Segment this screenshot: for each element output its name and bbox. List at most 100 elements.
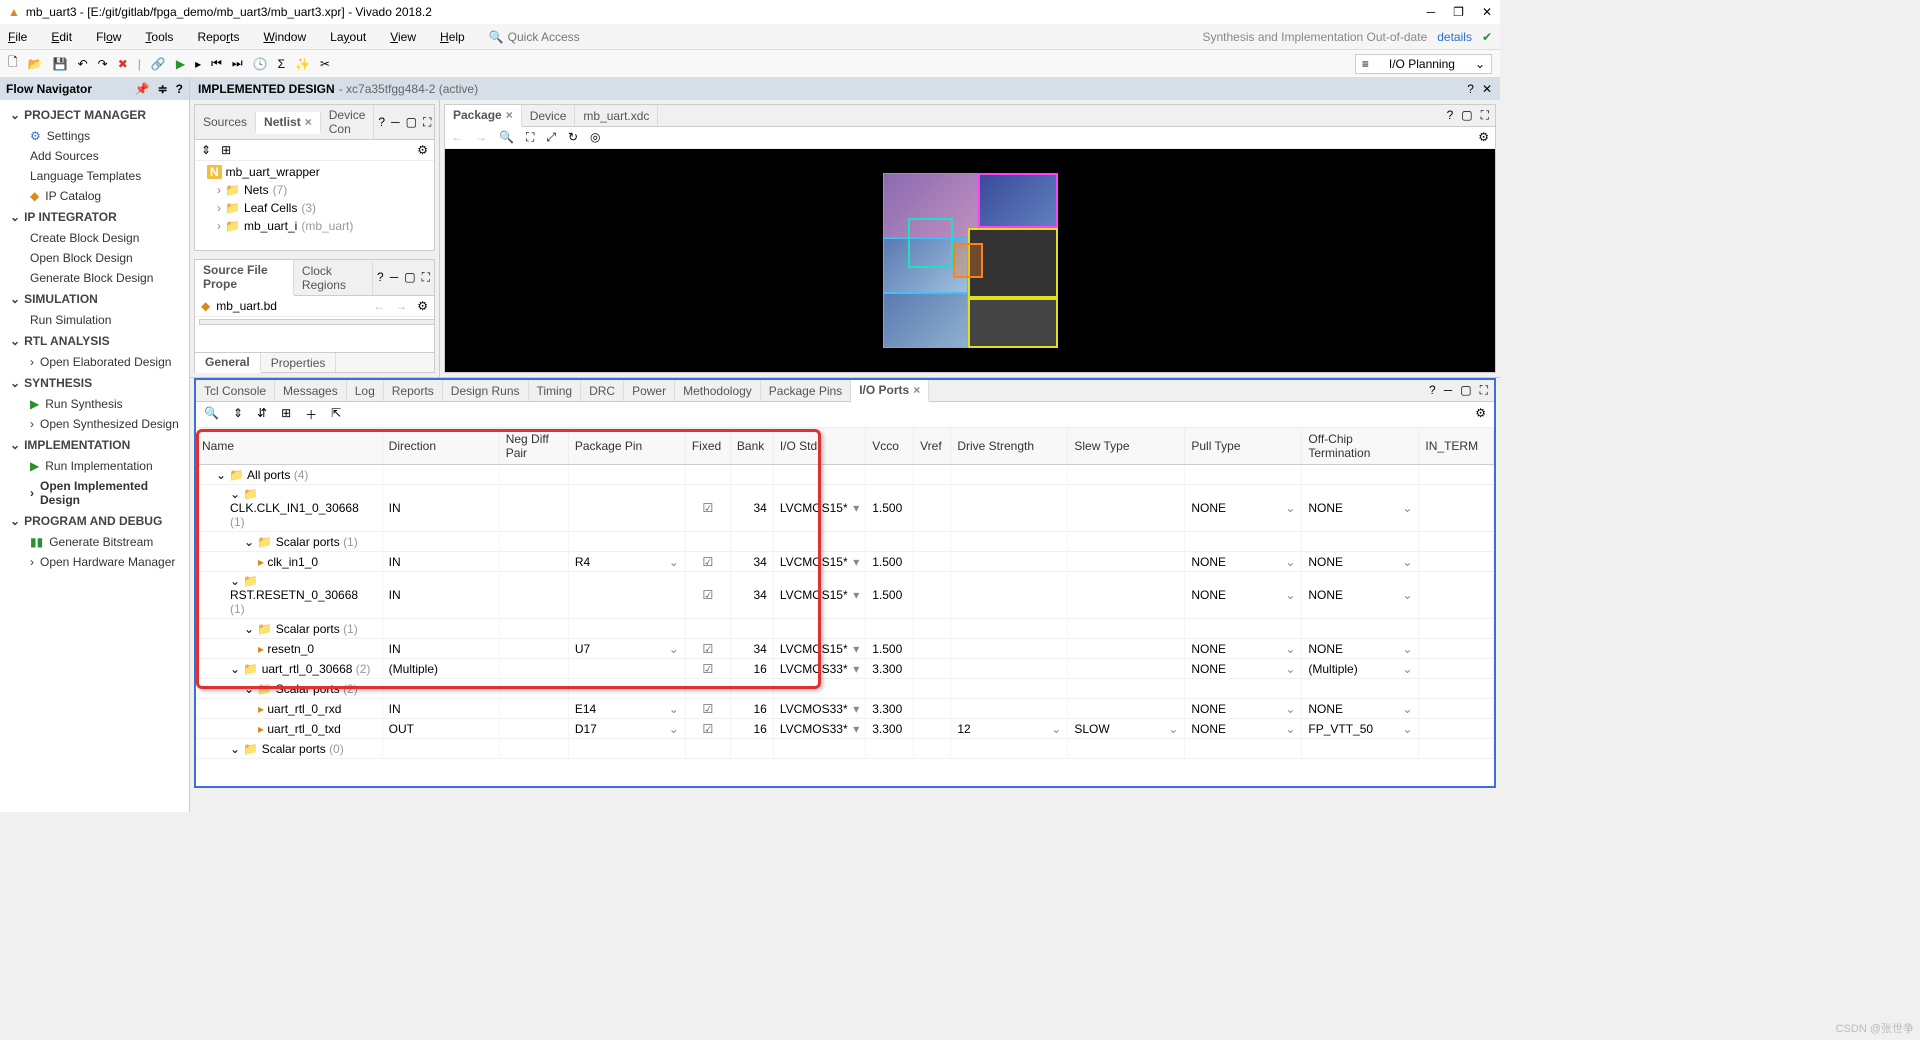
- help-icon[interactable]: ?: [377, 270, 384, 285]
- tree-node[interactable]: › 📁 mb_uart_i (mb_uart): [199, 217, 430, 235]
- chevron-down-icon[interactable]: ⌄: [10, 514, 20, 528]
- chevron-down-icon[interactable]: ⌄: [1402, 642, 1412, 656]
- open-icon[interactable]: 📂: [28, 57, 43, 71]
- chevron-down-icon[interactable]: ▾: [853, 642, 859, 656]
- checkbox-checked-icon[interactable]: [702, 662, 713, 676]
- stop-icon[interactable]: ⏮: [211, 56, 222, 71]
- tab[interactable]: Package ×: [445, 105, 522, 127]
- chevron-down-icon[interactable]: ⌄: [1285, 588, 1295, 602]
- column-header[interactable]: I/O Std: [773, 428, 865, 465]
- tab[interactable]: Netlist ×: [256, 112, 321, 134]
- reset-icon[interactable]: ⏭: [232, 56, 243, 71]
- chevron-down-icon[interactable]: ⌄: [10, 438, 20, 452]
- flow-item[interactable]: ▶ Run Implementation: [0, 456, 189, 476]
- column-header[interactable]: Off-Chip Termination: [1302, 428, 1419, 465]
- chevron-down-icon[interactable]: ⌄: [1051, 722, 1061, 736]
- flow-item[interactable]: Language Templates: [0, 166, 189, 186]
- flow-item[interactable]: ◆ IP Catalog: [0, 186, 189, 206]
- step-icon[interactable]: ▸: [195, 57, 201, 71]
- collapse-icon[interactable]: ⇕: [233, 406, 243, 423]
- tab[interactable]: Timing: [529, 380, 582, 401]
- table-row[interactable]: ⌄ 📁 Scalar ports (1): [196, 532, 1494, 552]
- column-header[interactable]: Fixed: [685, 428, 730, 465]
- collapse-icon[interactable]: ≑: [158, 82, 168, 96]
- close-icon[interactable]: ✕: [1482, 5, 1492, 19]
- chevron-down-icon[interactable]: ▾: [853, 722, 859, 736]
- table-row[interactable]: ▸ uart_rtl_0_txdOUTD17⌄16LVCMOS33*▾3.300…: [196, 719, 1494, 739]
- maximize-icon[interactable]: ❐: [1453, 5, 1464, 19]
- gear-icon[interactable]: ⚙: [1475, 406, 1486, 423]
- chevron-down-icon[interactable]: ▾: [853, 555, 859, 569]
- flow-item[interactable]: › Open Hardware Manager: [0, 552, 189, 572]
- table-row[interactable]: ▸ clk_in1_0INR4⌄34LVCMOS15*▾1.500NONE⌄NO…: [196, 552, 1494, 572]
- probe-icon[interactable]: ✂: [320, 57, 330, 71]
- column-header[interactable]: Name: [196, 428, 382, 465]
- zoom-in-icon[interactable]: 🔍: [499, 130, 514, 145]
- table-row[interactable]: ▸ uart_rtl_0_rxdINE14⌄16LVCMOS33*▾3.300N…: [196, 699, 1494, 719]
- tab[interactable]: Power: [624, 380, 675, 401]
- chevron-down-icon[interactable]: ⌄: [669, 702, 679, 716]
- column-header[interactable]: Package Pin: [568, 428, 685, 465]
- tab[interactable]: Reports: [384, 380, 443, 401]
- undo-icon[interactable]: ↶: [78, 57, 88, 71]
- expand-icon[interactable]: ⇵: [257, 406, 267, 423]
- tab[interactable]: Methodology: [675, 380, 761, 401]
- tab[interactable]: Package Pins: [761, 380, 851, 401]
- tab[interactable]: Sources: [195, 112, 256, 132]
- zoom-area-icon[interactable]: ⤢: [546, 130, 556, 145]
- checkbox-checked-icon[interactable]: [702, 642, 713, 656]
- menu-view[interactable]: View: [390, 30, 416, 44]
- chevron-down-icon[interactable]: ▾: [853, 662, 859, 676]
- tab[interactable]: Device Con: [321, 105, 375, 139]
- chevron-down-icon[interactable]: ⌄: [10, 108, 20, 122]
- help-icon[interactable]: ?: [378, 115, 385, 130]
- help-icon[interactable]: ?: [1429, 383, 1436, 398]
- checkbox-checked-icon[interactable]: [702, 702, 713, 716]
- search-icon[interactable]: 🔍: [204, 406, 219, 423]
- column-header[interactable]: Pull Type: [1185, 428, 1302, 465]
- close-icon[interactable]: ×: [913, 383, 920, 397]
- flow-item[interactable]: Create Block Design: [0, 228, 189, 248]
- flow-item[interactable]: › Open Implemented Design: [0, 476, 189, 510]
- menu-file[interactable]: File: [8, 30, 27, 44]
- chevron-down-icon[interactable]: ⌄: [1168, 722, 1178, 736]
- table-row[interactable]: ⌄ 📁 uart_rtl_0_30668 (2)(Multiple)16LVCM…: [196, 659, 1494, 679]
- chevron-down-icon[interactable]: ⌄: [669, 642, 679, 656]
- menu-flow[interactable]: Flow: [96, 30, 121, 44]
- netlist-root[interactable]: N mb_uart_wrapper: [199, 163, 430, 181]
- tab[interactable]: mb_uart.xdc: [575, 105, 658, 126]
- checkbox-checked-icon[interactable]: [702, 555, 713, 569]
- chevron-down-icon[interactable]: ⌄: [1402, 722, 1412, 736]
- prev-icon[interactable]: ←: [373, 299, 385, 313]
- menu-window[interactable]: Window: [263, 30, 306, 44]
- table-row[interactable]: ⌄ 📁 Scalar ports (1): [196, 619, 1494, 639]
- chevron-down-icon[interactable]: ⌄: [669, 555, 679, 569]
- pin-icon[interactable]: 📌: [135, 82, 150, 96]
- tab[interactable]: Design Runs: [443, 380, 529, 401]
- expand-icon[interactable]: ⊞: [221, 143, 231, 157]
- help-icon[interactable]: ?: [1467, 82, 1474, 96]
- chevron-down-icon[interactable]: ⌄: [10, 292, 20, 306]
- flow-item[interactable]: Open Block Design: [0, 248, 189, 268]
- chevron-down-icon[interactable]: ⌄: [1285, 501, 1295, 515]
- flow-item[interactable]: Generate Block Design: [0, 268, 189, 288]
- table-row[interactable]: ▸ resetn_0INU7⌄34LVCMOS15*▾1.500NONE⌄NON…: [196, 639, 1494, 659]
- tab[interactable]: Device: [522, 105, 576, 126]
- target-icon[interactable]: ◎: [590, 130, 600, 145]
- redo-icon[interactable]: ↷: [98, 57, 108, 71]
- close-icon[interactable]: ×: [305, 115, 312, 129]
- group-icon[interactable]: ⊞: [281, 406, 291, 423]
- table-row[interactable]: ⌄ 📁 CLK.CLK_IN1_0_30668 (1)IN34LVCMOS15*…: [196, 485, 1494, 532]
- min-icon[interactable]: ─: [390, 270, 399, 285]
- sigma-icon[interactable]: Σ: [278, 57, 285, 71]
- restore-icon[interactable]: ▢: [1460, 383, 1471, 398]
- layout-dropdown[interactable]: ≡ I/O Planning ⌄: [1355, 54, 1492, 74]
- chevron-down-icon[interactable]: ⌄: [10, 210, 20, 224]
- checkbox-checked-icon[interactable]: [702, 501, 713, 515]
- details-link[interactable]: details: [1437, 30, 1472, 44]
- flow-item[interactable]: Add Sources: [0, 146, 189, 166]
- chevron-down-icon[interactable]: ⌄: [1285, 702, 1295, 716]
- chevron-down-icon[interactable]: ⌄: [1285, 642, 1295, 656]
- restore-icon[interactable]: ▢: [406, 115, 417, 130]
- gear-icon[interactable]: ⚙: [417, 143, 428, 157]
